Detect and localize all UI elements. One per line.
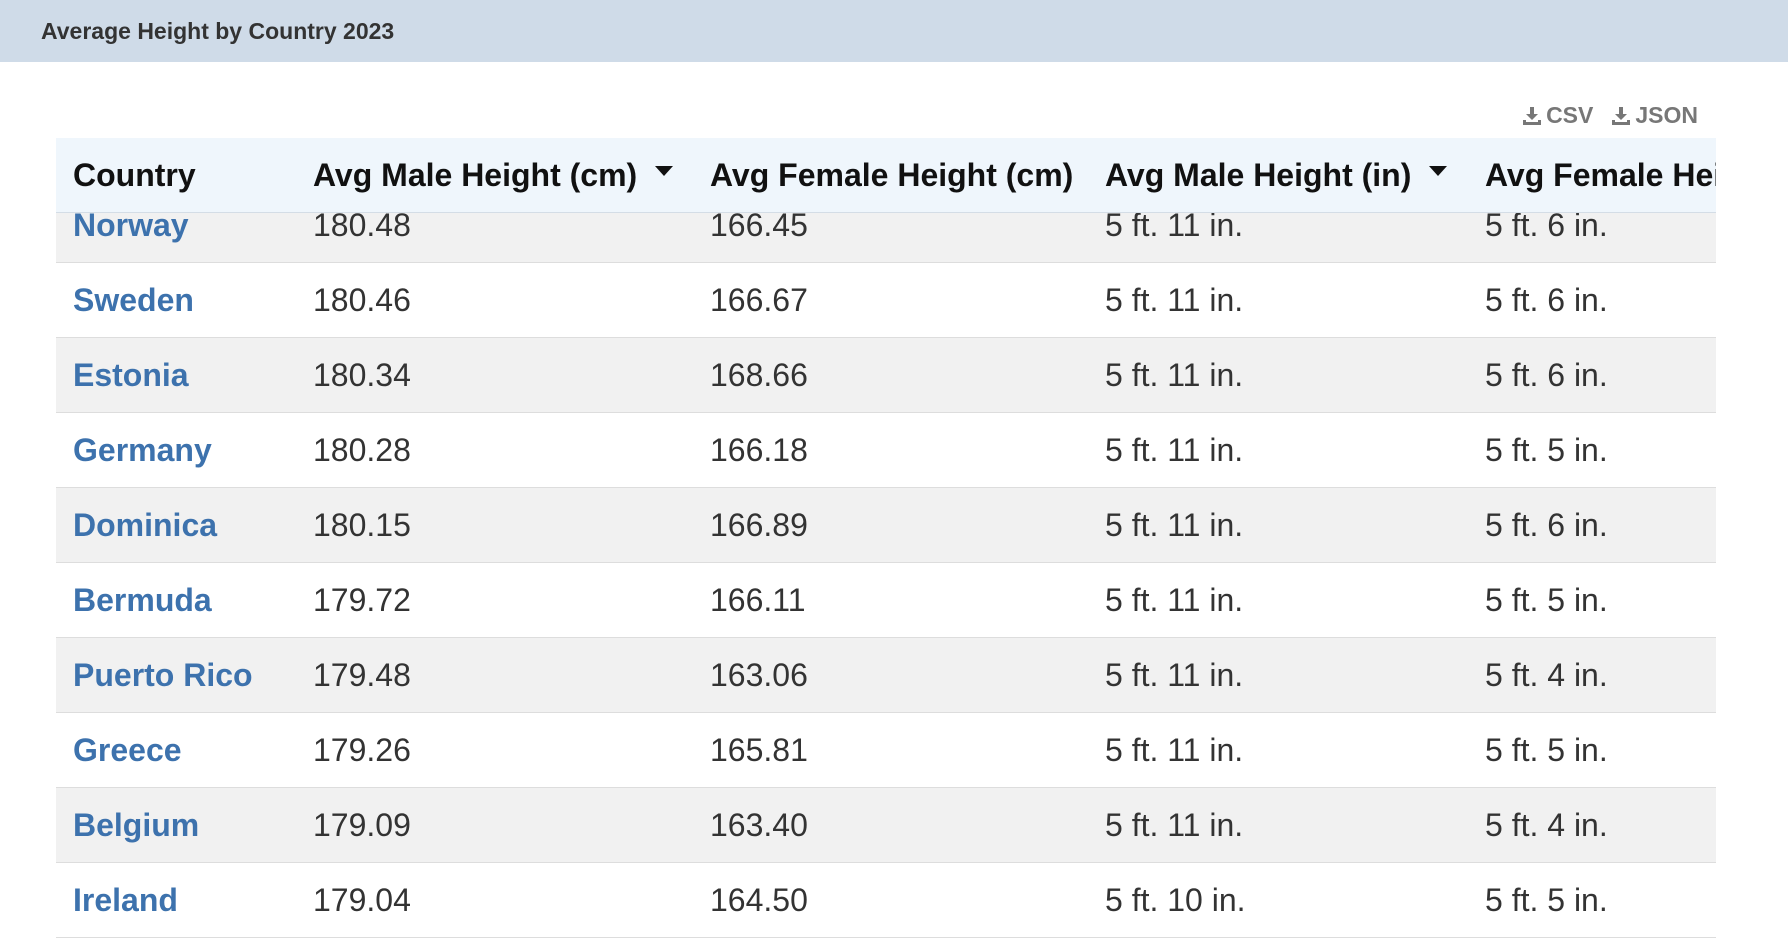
male-height-in-cell: 5 ft. 11 in. (1105, 431, 1244, 468)
column-header-country[interactable]: Country (73, 138, 196, 212)
male-height-cm-cell: 180.15 (313, 506, 411, 543)
country-cell: Bermuda (73, 563, 212, 637)
country-cell: Dominica (73, 488, 217, 562)
male-height-cm-cell: 180.34 (313, 356, 411, 393)
female-height-cm-cell: 163.06 (710, 656, 808, 693)
table-row: Dominica 180.15 166.89 5 ft. 11 in. 5 ft. 6 … (56, 488, 1716, 563)
female-height-in-cell: 5 ft. 6 in. (1485, 281, 1608, 318)
column-header-label: Country (73, 156, 196, 193)
country-cell: Germany (73, 413, 212, 487)
male-height-in-cell: 5 ft. 11 in. (1105, 281, 1244, 318)
female-height-cm-cell: 166.11 (710, 581, 806, 618)
column-header-label: Avg Male Height (cm) (313, 156, 638, 193)
country-link[interactable]: Germany (73, 432, 212, 469)
female-height-in-cell: 5 ft. 5 in. (1485, 581, 1608, 618)
male-height-in-cell: 5 ft. 11 in. (1105, 356, 1244, 393)
column-header-label: Avg Male Height (in) (1105, 156, 1412, 193)
country-link[interactable]: Belgium (73, 807, 199, 844)
country-link[interactable]: Puerto Rico (73, 657, 253, 694)
male-height-in-cell: 5 ft. 11 in. (1105, 581, 1244, 618)
country-link[interactable]: Bermuda (73, 582, 212, 619)
table-row: Estonia 180.34 168.66 5 ft. 11 in. 5 ft. 6 i… (56, 338, 1716, 413)
country-link[interactable]: Greece (73, 732, 182, 769)
male-height-in-cell: 5 ft. 10 in. (1105, 881, 1246, 918)
male-height-cm-cell: 179.48 (313, 656, 411, 693)
male-height-cm-cell: 180.46 (313, 281, 411, 318)
height-table: Country Avg Male Height (cm) Avg Female … (56, 138, 1716, 950)
download-links: CSV JSON (1522, 102, 1698, 129)
table-row: Greece 179.26 165.81 5 ft. 11 in. 5 ft. 5 in… (56, 713, 1716, 788)
column-header-label: Avg Female Hei (1485, 156, 1716, 193)
male-height-in-cell: 5 ft. 11 in. (1105, 506, 1244, 543)
female-height-cm-cell: 164.50 (710, 881, 808, 918)
country-cell: Puerto Rico (73, 638, 253, 712)
table-row: Ireland 179.04 164.50 5 ft. 10 in. 5 ft. 5 i… (56, 863, 1716, 938)
download-csv-button[interactable]: CSV (1522, 102, 1593, 129)
male-height-cm-cell: 179.04 (313, 881, 411, 918)
country-cell: Sweden (73, 263, 194, 337)
download-icon (1611, 106, 1631, 126)
download-json-button[interactable]: JSON (1611, 102, 1698, 129)
country-link[interactable]: Dominica (73, 507, 217, 544)
country-cell: Greece (73, 713, 182, 787)
female-height-in-cell: 5 ft. 5 in. (1485, 731, 1608, 768)
download-csv-label: CSV (1546, 102, 1594, 128)
table-row: Puerto Rico 179.48 163.06 5 ft. 11 in. 5 ft.… (56, 638, 1716, 713)
table-row: Germany 180.28 166.18 5 ft. 11 in. 5 ft. 5 i… (56, 413, 1716, 488)
download-icon (1522, 106, 1542, 126)
male-height-in-cell: 5 ft. 11 in. (1105, 656, 1244, 693)
table-row: Belgium 179.09 163.40 5 ft. 11 in. 5 ft. 4 i… (56, 788, 1716, 863)
sort-caret-down-icon (1429, 166, 1448, 176)
country-link[interactable]: Estonia (73, 357, 189, 394)
male-height-cm-cell: 179.26 (313, 731, 411, 768)
female-height-in-cell: 5 ft. 4 in. (1485, 806, 1608, 843)
male-height-in-cell: 5 ft. 11 in. (1105, 731, 1244, 768)
female-height-in-cell: 5 ft. 6 in. (1485, 506, 1608, 543)
table-row: Sweden 180.46 166.67 5 ft. 11 in. 5 ft. 6 in… (56, 263, 1716, 338)
female-height-cm-cell: 163.40 (710, 806, 808, 843)
female-height-cm-cell: 166.18 (710, 431, 808, 468)
female-height-in-cell: 5 ft. 4 in. (1485, 656, 1608, 693)
country-link[interactable]: Ireland (73, 882, 178, 919)
page-title: Average Height by Country 2023 (41, 17, 395, 44)
country-cell: Ireland (73, 863, 178, 937)
male-height-cm-cell: 180.28 (313, 431, 411, 468)
content-panel: CSV JSON Country Avg Male Height (cm) Av… (1, 62, 1787, 950)
table-header: Country Avg Male Height (cm) Avg Female … (56, 138, 1716, 213)
column-header-female-in[interactable]: Avg Female Hei (1485, 138, 1716, 212)
download-json-label: JSON (1635, 102, 1698, 128)
female-height-in-cell: 5 ft. 5 in. (1485, 881, 1608, 918)
female-height-in-cell: 5 ft. 5 in. (1485, 431, 1608, 468)
female-height-cm-cell: 165.81 (710, 731, 808, 768)
male-height-cm-cell: 179.72 (313, 581, 411, 618)
male-height-cm-cell: 179.09 (313, 806, 411, 843)
column-header-male-cm[interactable]: Avg Male Height (cm) (313, 138, 674, 212)
country-cell: Belgium (73, 788, 199, 862)
page-title-bar: Average Height by Country 2023 (0, 0, 1788, 62)
column-header-male-in[interactable]: Avg Male Height (in) (1105, 138, 1448, 212)
female-height-in-cell: 5 ft. 6 in. (1485, 356, 1608, 393)
female-height-cm-cell: 166.89 (710, 506, 808, 543)
female-height-cm-cell: 166.67 (710, 281, 808, 318)
country-cell: Estonia (73, 338, 189, 412)
female-height-cm-cell: 168.66 (710, 356, 808, 393)
table-row: Bermuda 179.72 166.11 5 ft. 11 in. 5 ft. 5 i… (56, 563, 1716, 638)
sort-caret-down-icon (655, 166, 674, 176)
country-link[interactable]: Sweden (73, 282, 194, 319)
column-header-label: Avg Female Height (cm) (710, 156, 1074, 193)
male-height-in-cell: 5 ft. 11 in. (1105, 806, 1244, 843)
column-header-female-cm[interactable]: Avg Female Height (cm) (710, 138, 1073, 212)
